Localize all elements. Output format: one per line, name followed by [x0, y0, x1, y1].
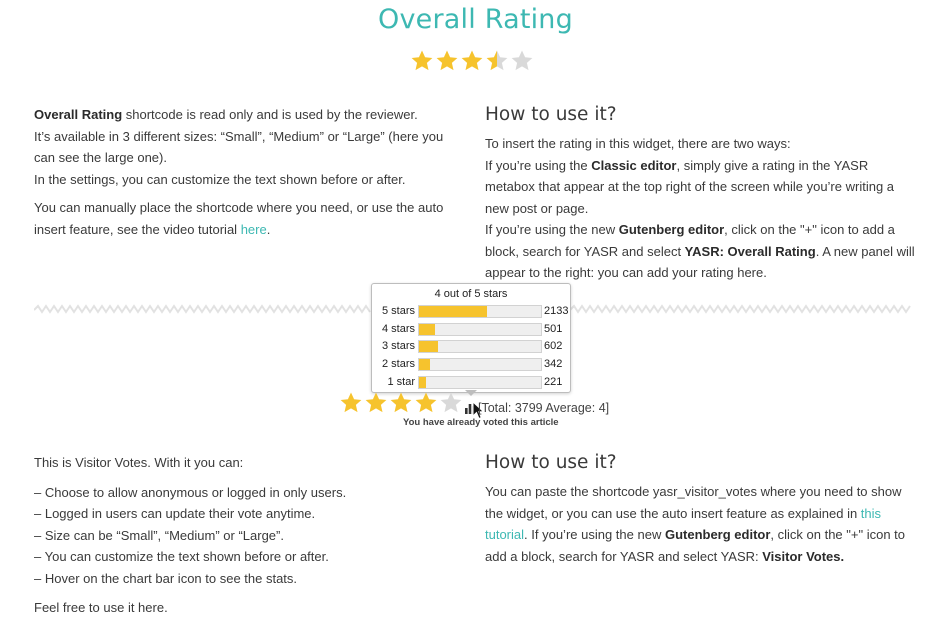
visitor-feature-list: – Choose to allow anonymous or logged in… [34, 482, 454, 590]
already-voted-message: You have already voted this article [403, 417, 559, 428]
tooltip-row-label: 5 stars [381, 305, 415, 317]
tooltip-row-bar [418, 340, 542, 354]
tooltip-row: 3 stars 602 [372, 337, 570, 355]
tooltip-arrow [465, 390, 477, 396]
tooltip-row: 2 stars 342 [372, 355, 570, 373]
visitor-star-icon[interactable] [339, 391, 363, 415]
tooltip-row-bar-fill [419, 323, 436, 335]
howto-heading: How to use it? [485, 104, 617, 125]
visitor-votes-description: This is Visitor Votes. With it you can: … [34, 452, 454, 619]
overall-rating-howto: How to use it? To insert the rating in t… [485, 104, 915, 284]
list-item: – Choose to allow anonymous or logged in… [34, 484, 347, 500]
overall-rating-description: Overall Rating shortcode is read only an… [34, 104, 454, 240]
howto-gutenberg: If you’re using the new Gutenberg editor… [485, 222, 915, 280]
overall-star-icon [436, 50, 458, 71]
overall-star-icon [511, 50, 533, 71]
tooltip-row-bar-fill [419, 359, 430, 371]
list-item: – You can customize the text shown befor… [34, 549, 329, 564]
visitor-star-icon[interactable] [389, 391, 413, 415]
tooltip-row-bar [418, 358, 542, 372]
visitor-intro: This is Visitor Votes. With it you can: [34, 455, 244, 470]
list-item: – Logged in users can update their vote … [34, 506, 316, 521]
tooltip-row-label: 3 stars [381, 340, 415, 353]
overall-star-icon [411, 50, 433, 71]
tooltip-row-count: 342 [544, 358, 563, 371]
overall-desc-line3: In the settings, you can customize the t… [34, 171, 406, 187]
tooltip-row-count: 602 [544, 340, 563, 353]
tooltip-row: 1 star 221 [372, 373, 570, 391]
list-item: – Hover on the chart bar icon to see the… [34, 570, 298, 586]
tooltip-rows: 5 stars 2133 4 stars 501 3 stars 602 2 stars 34… [372, 302, 570, 390]
tooltip-title: 4 out of 5 stars [434, 288, 508, 300]
overall-desc-line1: Overall Rating shortcode is read only an… [34, 107, 418, 122]
tooltip-row-bar-fill [419, 306, 488, 317]
tooltip-row: 4 stars 501 [372, 320, 570, 338]
visitor-star-icon[interactable] [414, 391, 438, 415]
overall-rating-title: Overall Rating [378, 4, 573, 35]
visitor-votes-stars[interactable] [339, 391, 464, 415]
tooltip-row-count: 501 [544, 322, 563, 335]
tooltip-row-bar-fill [419, 376, 427, 388]
visitor-howto-text: You can paste the shortcode yasr_visitor… [485, 484, 906, 564]
overall-desc-line2: It’s available in 3 different sizes: “Sm… [34, 128, 444, 166]
stats-tooltip: 4 out of 5 stars 5 stars 2133 4 stars 501 3 … [371, 283, 571, 393]
tooltip-row-bar [418, 305, 542, 318]
video-tutorial-link[interactable]: here [241, 222, 267, 237]
visitor-star-icon[interactable] [364, 391, 388, 415]
visitor-votes-howto: How to use it? You can paste the shortco… [485, 452, 915, 567]
overall-star-icon [486, 50, 508, 71]
tooltip-row-count: 2133 [544, 305, 569, 317]
visitor-outro: Feel free to use it here. [34, 600, 168, 615]
tooltip-row-label: 1 star [387, 375, 415, 388]
visitor-votes-total: [Total: 3799 Average: 4] [478, 401, 610, 415]
tooltip-row-label: 4 stars [381, 322, 415, 335]
tooltip-row-bar-fill [419, 341, 439, 353]
tooltip-row-count: 221 [544, 375, 563, 388]
tooltip-row: 5 stars 2133 [372, 302, 570, 320]
visitor-howto-heading: How to use it? [485, 452, 617, 473]
overall-desc-line4: You can manually place the shortcode whe… [34, 200, 444, 237]
overall-rating-stars [410, 49, 535, 73]
tooltip-row-bar [418, 322, 542, 336]
tooltip-row-bar [418, 375, 542, 389]
list-item: – Size can be “Small”, “Medium” or “Larg… [34, 527, 284, 543]
howto-classic: If you’re using the Classic editor, simp… [485, 157, 895, 216]
tooltip-row-label: 2 stars [381, 358, 415, 371]
overall-star-icon [461, 50, 483, 71]
visitor-star-icon[interactable] [439, 391, 463, 415]
howto-line1: To insert the rating in this widget, the… [485, 136, 791, 151]
